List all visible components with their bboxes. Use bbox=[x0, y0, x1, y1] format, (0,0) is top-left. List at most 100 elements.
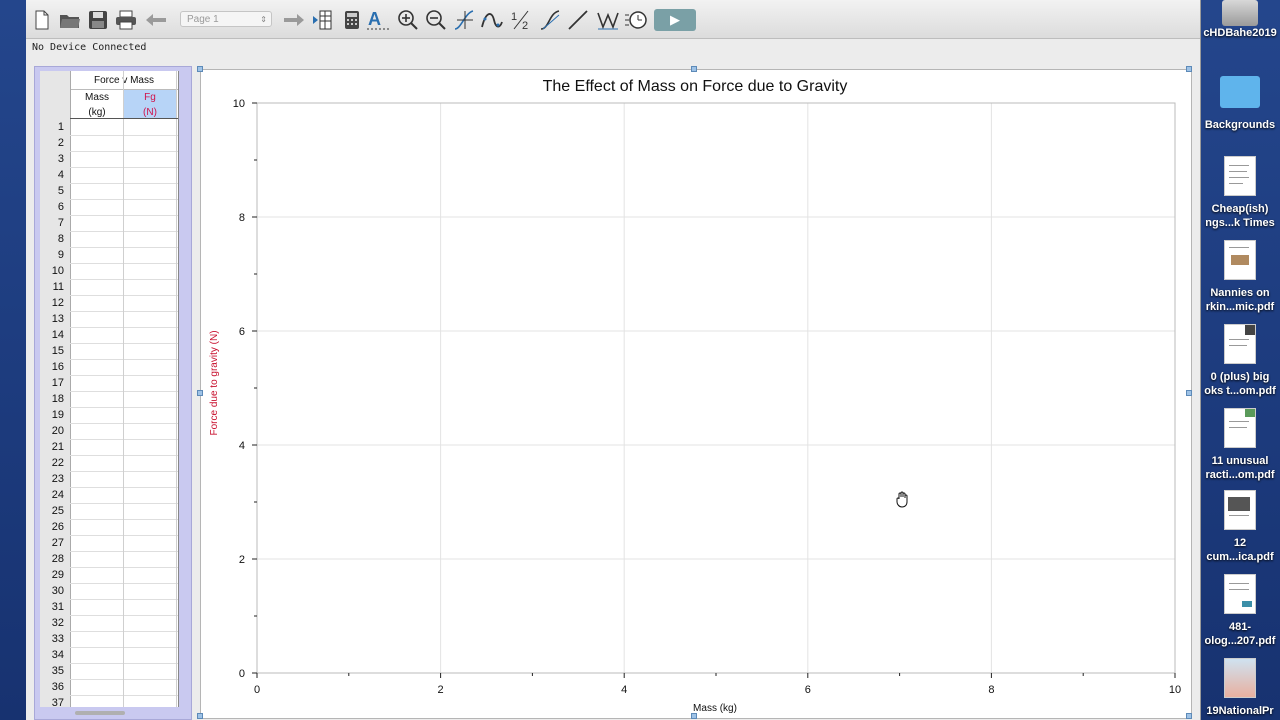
resize-handle[interactable] bbox=[197, 390, 203, 396]
table-row bbox=[70, 375, 178, 376]
folder-icon bbox=[1220, 76, 1260, 108]
column-header-fg[interactable]: Fg (N) bbox=[124, 90, 176, 118]
x-tick-label: 10 bbox=[1169, 684, 1181, 696]
x-tick-label: 0 bbox=[254, 684, 260, 696]
row-number: 5 bbox=[57, 185, 64, 197]
pdf-document-icon bbox=[1224, 574, 1256, 614]
desktop-icon-pdf[interactable]: 0 (plus) big oks t...om.pdf bbox=[1200, 324, 1280, 398]
desktop-icon-drive[interactable]: cHDBahe2019 bbox=[1200, 0, 1280, 40]
table-row bbox=[70, 487, 178, 488]
table-row bbox=[70, 391, 178, 392]
table-row bbox=[70, 183, 178, 184]
row-number: 32 bbox=[51, 617, 64, 629]
table-row bbox=[70, 263, 178, 264]
row-number: 25 bbox=[51, 505, 64, 517]
desktop-icon-pdf[interactable]: Nannies on rkin...mic.pdf bbox=[1200, 240, 1280, 314]
new-file-icon[interactable] bbox=[30, 8, 54, 32]
row-number: 28 bbox=[51, 553, 64, 565]
desktop-icon-pdf[interactable]: 11 unusual racti...om.pdf bbox=[1200, 408, 1280, 482]
table-row bbox=[70, 359, 178, 360]
row-number: 18 bbox=[51, 393, 64, 405]
graph-pane[interactable]: The Effect of Mass on Force due to Gravi… bbox=[200, 69, 1192, 719]
statistics-icon[interactable] bbox=[596, 8, 620, 32]
column-divider bbox=[176, 71, 177, 707]
data-table[interactable]: Force v Mass Mass (kg) Fg (N) 1234567891… bbox=[40, 71, 179, 707]
collect-play-icon[interactable]: ▶ bbox=[654, 9, 696, 31]
text-annotation-icon[interactable]: A bbox=[366, 8, 390, 32]
desktop-icon-label: 481- olog...207.pdf bbox=[1204, 621, 1276, 647]
desktop-icon-pdf[interactable]: 12 cum...ica.pdf bbox=[1200, 490, 1280, 564]
zoom-out-icon[interactable] bbox=[424, 8, 448, 32]
resize-handle[interactable] bbox=[197, 66, 203, 72]
svg-text:1: 1 bbox=[511, 11, 517, 23]
desktop-icon-label: Nannies on rkin...mic.pdf bbox=[1205, 287, 1275, 313]
integral-icon[interactable]: 12 bbox=[510, 8, 534, 32]
row-number: 2 bbox=[57, 137, 64, 149]
calculator-icon[interactable] bbox=[340, 8, 364, 32]
table-row bbox=[70, 567, 178, 568]
hard-drive-icon bbox=[1222, 0, 1258, 26]
table-row bbox=[70, 407, 178, 408]
page-select[interactable]: Page 1 ⇕ bbox=[180, 11, 272, 27]
x-tick-label: 2 bbox=[438, 684, 444, 696]
y-tick-label: 0 bbox=[239, 668, 245, 680]
row-number: 31 bbox=[51, 601, 64, 613]
table-row bbox=[70, 135, 178, 136]
x-axis-label: Mass (kg) bbox=[693, 703, 737, 714]
desktop-icon-label: Cheap(ish) ngs...k Times bbox=[1205, 203, 1275, 229]
desktop-icon-pdf[interactable]: Cheap(ish) ngs...k Times bbox=[1200, 156, 1280, 230]
resize-handle[interactable] bbox=[1186, 713, 1192, 719]
logger-pro-window: Page 1 ⇕ A 12 ▶ No Device Connected Forc… bbox=[26, 0, 1201, 720]
table-row bbox=[70, 647, 178, 648]
table-row bbox=[70, 343, 178, 344]
y-tick-label: 4 bbox=[239, 440, 245, 452]
column-divider bbox=[123, 71, 124, 707]
row-number: 27 bbox=[51, 537, 64, 549]
plot-area[interactable] bbox=[256, 102, 1176, 674]
resize-handle[interactable] bbox=[691, 713, 697, 719]
desktop-icon-image[interactable]: 19NationalPr bbox=[1200, 658, 1280, 718]
row-number: 26 bbox=[51, 521, 64, 533]
y-tick-label: 8 bbox=[239, 212, 245, 224]
table-row bbox=[70, 151, 178, 152]
table-row bbox=[70, 471, 178, 472]
table-row bbox=[70, 663, 178, 664]
examine-icon[interactable] bbox=[452, 8, 476, 32]
table-row bbox=[70, 455, 178, 456]
line-icon[interactable] bbox=[566, 8, 590, 32]
desktop-icon-label: 12 cum...ica.pdf bbox=[1206, 537, 1274, 563]
desktop-icon-pdf[interactable]: 481- olog...207.pdf bbox=[1200, 574, 1280, 648]
forward-arrow-icon[interactable] bbox=[282, 8, 306, 32]
print-icon[interactable] bbox=[114, 8, 138, 32]
table-row bbox=[70, 631, 178, 632]
column-header-mass[interactable]: Mass (kg) bbox=[71, 90, 123, 118]
table-row bbox=[70, 583, 178, 584]
resize-handle[interactable] bbox=[1186, 66, 1192, 72]
tangent-icon[interactable] bbox=[538, 8, 562, 32]
resize-handle[interactable] bbox=[197, 713, 203, 719]
back-arrow-icon[interactable] bbox=[144, 8, 168, 32]
save-icon[interactable] bbox=[86, 8, 110, 32]
desktop-icon-folder[interactable]: Backgrounds bbox=[1200, 76, 1280, 132]
resize-handle[interactable] bbox=[691, 66, 697, 72]
table-row bbox=[70, 439, 178, 440]
timer-icon[interactable] bbox=[624, 8, 648, 32]
chart[interactable]: The Effect of Mass on Force due to Gravi… bbox=[201, 70, 1191, 718]
zoom-in-icon[interactable] bbox=[396, 8, 420, 32]
hand-cursor-icon bbox=[896, 491, 908, 508]
pdf-document-icon bbox=[1224, 240, 1256, 280]
curve-fit-icon[interactable] bbox=[480, 8, 504, 32]
horizontal-scrollbar[interactable] bbox=[75, 711, 125, 715]
resize-handle[interactable] bbox=[1186, 390, 1192, 396]
table-row bbox=[70, 167, 178, 168]
row-number: 19 bbox=[51, 409, 64, 421]
y-tick-label: 6 bbox=[239, 326, 245, 338]
row-number: 14 bbox=[51, 329, 64, 341]
data-table-icon[interactable] bbox=[310, 8, 334, 32]
row-number: 34 bbox=[51, 649, 64, 661]
row-number: 4 bbox=[57, 169, 64, 181]
row-number: 37 bbox=[51, 697, 64, 707]
desktop-icon-label: 0 (plus) big oks t...om.pdf bbox=[1204, 371, 1276, 397]
row-number: 33 bbox=[51, 633, 64, 645]
open-folder-icon[interactable] bbox=[58, 8, 82, 32]
